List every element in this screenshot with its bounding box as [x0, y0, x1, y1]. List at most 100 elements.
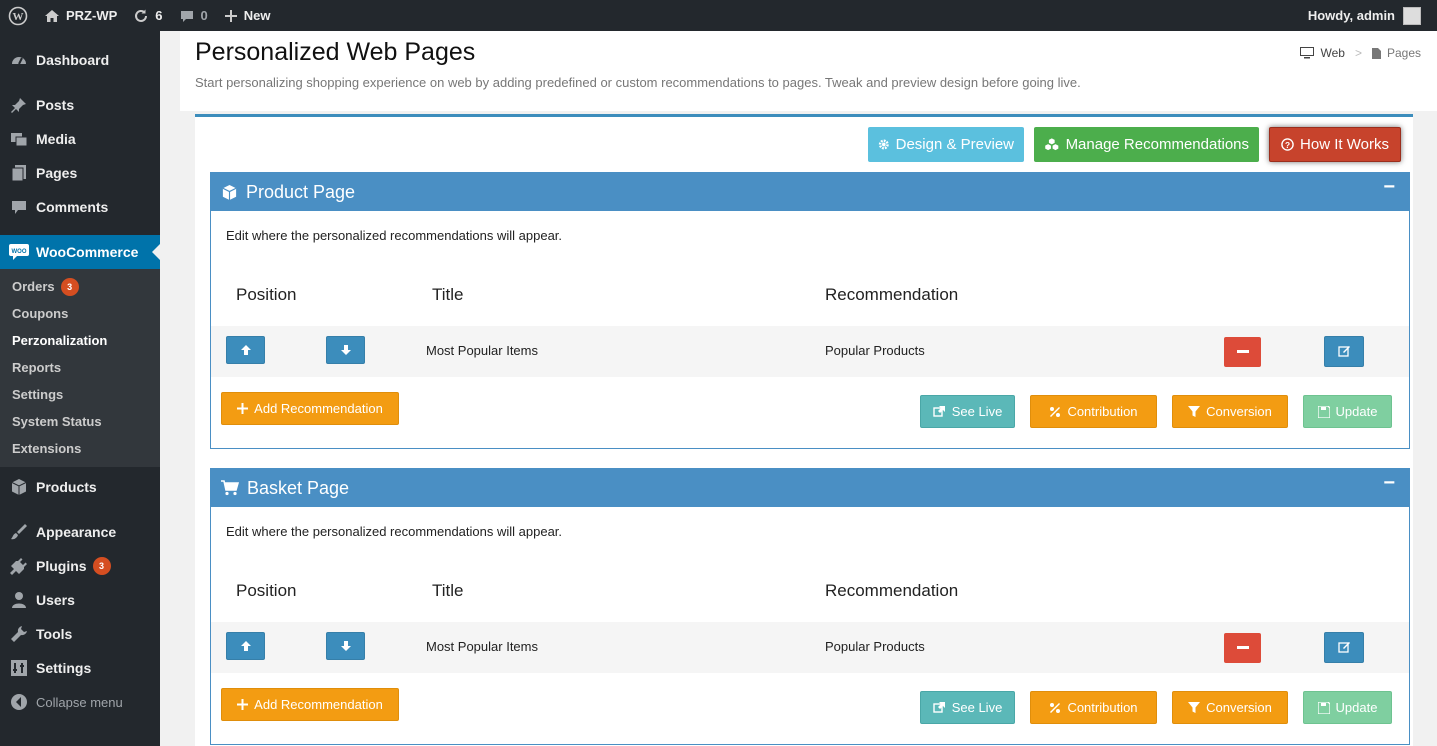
arrow-up-icon: [240, 345, 251, 355]
edit-icon: [1337, 642, 1350, 653]
contribution-label: Contribution: [1067, 404, 1138, 419]
conversion-label: Conversion: [1206, 700, 1272, 715]
see-live-button[interactable]: See Live: [920, 395, 1015, 428]
update-button[interactable]: Update: [1303, 395, 1392, 428]
breadcrumb-web[interactable]: Web: [1320, 46, 1344, 60]
sidebar-item-label: Settings: [36, 660, 92, 676]
sidebar-item-pages[interactable]: Pages: [0, 156, 160, 190]
gear-icon: [878, 139, 889, 150]
collapse-menu-button[interactable]: Collapse menu: [0, 685, 160, 719]
sidebar-item-woocommerce[interactable]: WOO WooCommerce: [0, 235, 160, 269]
plus-icon: [237, 403, 249, 414]
sidebar-item-tools[interactable]: Tools: [0, 617, 160, 651]
submenu-item-extensions[interactable]: Extensions: [0, 435, 160, 462]
plug-icon: [9, 556, 29, 576]
panel-title: Product Page: [246, 181, 356, 202]
move-up-button[interactable]: [226, 632, 265, 660]
add-recommendation-button[interactable]: Add Recommendation: [221, 392, 399, 425]
see-live-label: See Live: [951, 404, 1003, 419]
pages-icon: [9, 163, 29, 183]
contribution-button[interactable]: Contribution: [1030, 691, 1157, 724]
percent-icon: [1050, 406, 1061, 417]
remove-button[interactable]: [1224, 633, 1261, 663]
new-content-link[interactable]: New: [216, 0, 279, 31]
column-header-position: Position: [236, 581, 297, 600]
submenu-item-system-status[interactable]: System Status: [0, 408, 160, 435]
sidebar-item-media[interactable]: Media: [0, 122, 160, 156]
edit-button[interactable]: [1324, 632, 1364, 663]
remove-button[interactable]: [1224, 337, 1261, 367]
row-recommendation: Popular Products: [825, 639, 925, 654]
column-header-recommendation: Recommendation: [825, 285, 959, 304]
sidebar-item-dashboard[interactable]: Dashboard: [0, 43, 160, 77]
sidebar-item-products[interactable]: Products: [0, 470, 160, 504]
save-icon: [1317, 405, 1330, 418]
sidebar-item-label: Users: [36, 592, 75, 608]
table-row: Most Popular Items Popular Products: [211, 326, 1409, 377]
column-header-title: Title: [432, 285, 464, 304]
site-name-link[interactable]: PRZ-WP: [36, 0, 125, 31]
submenu-item-coupons[interactable]: Coupons: [0, 300, 160, 327]
filter-icon: [1188, 701, 1201, 713]
woo-icon: WOO: [9, 242, 29, 262]
sidebar-item-label: Pages: [36, 165, 78, 181]
design-preview-button[interactable]: Design & Preview: [868, 127, 1024, 162]
updates-link[interactable]: 6: [125, 0, 170, 31]
my-account[interactable]: Howdy, admin: [1307, 6, 1437, 25]
sidebar-item-label: Products: [36, 479, 97, 495]
sidebar-item-appearance[interactable]: Appearance: [0, 515, 160, 549]
comment-bubble-icon: [180, 10, 193, 22]
conversion-button[interactable]: Conversion: [1172, 395, 1288, 428]
how-it-works-label: How It Works: [1300, 136, 1389, 153]
edit-button[interactable]: [1324, 336, 1364, 367]
submenu-item-settings[interactable]: Settings: [0, 381, 160, 408]
sidebar-item-plugins[interactable]: Plugins 3: [0, 549, 160, 583]
new-label: New: [243, 8, 271, 23]
column-header-recommendation: Recommendation: [825, 581, 959, 600]
move-down-button[interactable]: [326, 336, 365, 364]
help-circle-icon: ?: [1281, 138, 1294, 151]
sidebar-item-users[interactable]: Users: [0, 583, 160, 617]
see-live-button[interactable]: See Live: [920, 691, 1015, 724]
panel-description: Edit where the personalized recommendati…: [226, 228, 563, 243]
collapse-panel-button[interactable]: −: [1383, 472, 1395, 495]
cubes-icon: [1045, 138, 1059, 151]
submenu-item-perzonalization[interactable]: Perzonalization: [0, 327, 160, 354]
submenu-item-reports[interactable]: Reports: [0, 354, 160, 381]
move-down-button[interactable]: [326, 632, 365, 660]
sidebar-item-comments[interactable]: Comments: [0, 190, 160, 224]
add-recommendation-button[interactable]: Add Recommendation: [221, 688, 399, 721]
wrench-icon: [9, 624, 29, 644]
breadcrumb-separator: >: [1354, 46, 1362, 60]
woocommerce-submenu: Orders 3 Coupons Perzonalization Reports …: [0, 269, 160, 467]
sidebar-item-label: Tools: [36, 626, 73, 642]
collapse-panel-button[interactable]: −: [1383, 176, 1395, 199]
plus-icon: [237, 699, 249, 710]
admin-sidebar: Dashboard Posts Media Pages Comments WOO…: [0, 31, 160, 746]
how-it-works-button[interactable]: ? How It Works: [1269, 127, 1401, 162]
wordpress-logo-icon[interactable]: W: [0, 0, 36, 31]
howdy-text: Howdy, admin: [1307, 8, 1395, 23]
submenu-item-orders[interactable]: Orders 3: [0, 273, 160, 300]
admin-bar: W PRZ-WP 6 0 New Howdy, admin: [0, 0, 1437, 31]
manage-recommendations-button[interactable]: Manage Recommendations: [1034, 127, 1259, 162]
update-button[interactable]: Update: [1303, 691, 1392, 724]
sidebar-item-settings[interactable]: Settings: [0, 651, 160, 685]
sidebar-item-posts[interactable]: Posts: [0, 88, 160, 122]
move-up-button[interactable]: [226, 336, 265, 364]
plus-icon: [224, 9, 237, 22]
minus-icon: [1236, 646, 1249, 649]
brush-icon: [9, 522, 29, 542]
avatar: [1403, 6, 1421, 25]
svg-text:?: ?: [1285, 140, 1290, 150]
conversion-button[interactable]: Conversion: [1172, 691, 1288, 724]
manage-recommendations-label: Manage Recommendations: [1065, 136, 1249, 153]
sidebar-item-label: Appearance: [36, 524, 117, 540]
contribution-button[interactable]: Contribution: [1030, 395, 1157, 428]
comments-link[interactable]: 0: [171, 0, 216, 31]
external-link-icon: [933, 702, 945, 713]
file-icon: [1371, 47, 1381, 59]
sidebar-item-label: Plugins: [36, 558, 87, 574]
home-icon: [45, 9, 59, 22]
design-preview-label: Design & Preview: [895, 136, 1014, 153]
